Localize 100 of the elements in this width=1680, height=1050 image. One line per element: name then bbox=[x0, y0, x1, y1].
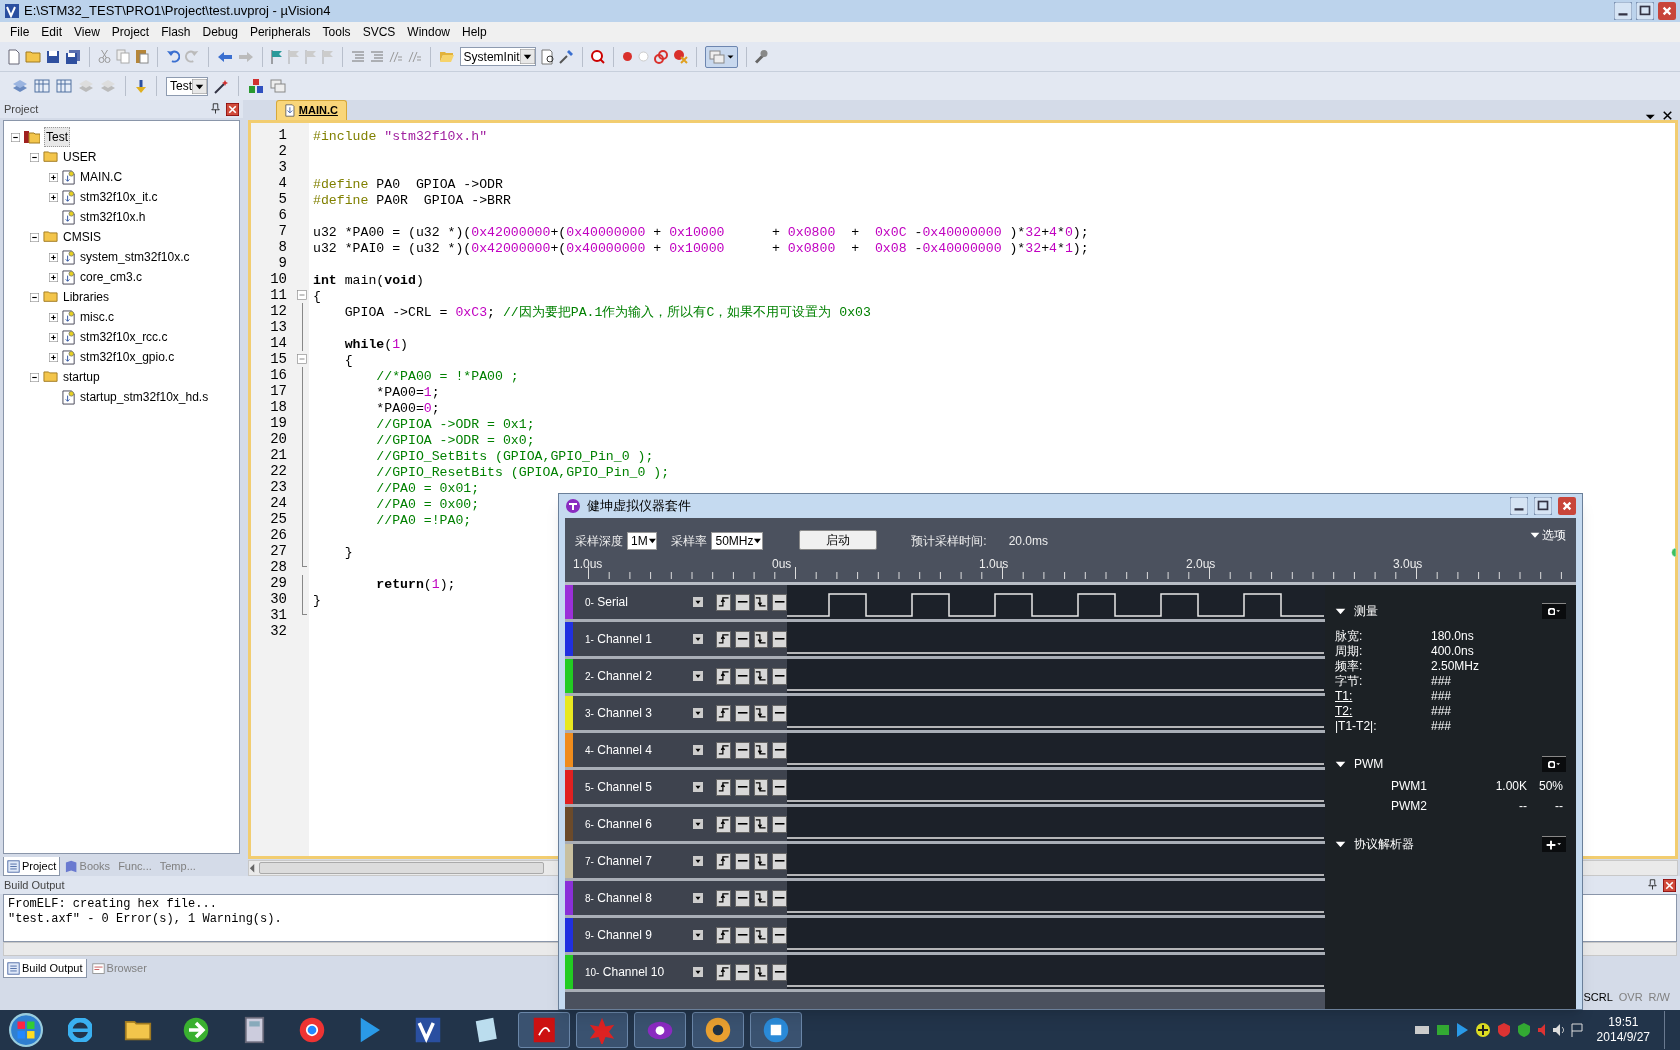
tree-item[interactable]: core_cm3.c bbox=[79, 268, 144, 286]
download-icon[interactable] bbox=[135, 78, 147, 94]
collapse-icon[interactable] bbox=[11, 132, 20, 142]
scroll-left-icon[interactable] bbox=[249, 862, 256, 874]
taskbar-button[interactable] bbox=[692, 1012, 744, 1048]
panel-tab[interactable]: Build Output bbox=[3, 959, 87, 978]
trigger-button[interactable] bbox=[716, 741, 731, 759]
tree-item[interactable]: MAIN.C bbox=[79, 168, 124, 186]
trigger-button[interactable] bbox=[716, 778, 731, 796]
add-button[interactable] bbox=[1542, 836, 1566, 852]
tree-item[interactable]: misc.c bbox=[79, 308, 116, 326]
trigger-button[interactable] bbox=[734, 852, 750, 870]
trigger-button[interactable] bbox=[772, 593, 787, 611]
expand-icon[interactable] bbox=[49, 312, 58, 322]
panel-tab[interactable]: Project bbox=[3, 857, 61, 876]
dropdown-arrow-icon[interactable] bbox=[693, 893, 704, 903]
speaker-icon[interactable] bbox=[1552, 1023, 1565, 1037]
expand-icon[interactable] bbox=[49, 352, 58, 362]
trigger-button[interactable] bbox=[772, 704, 787, 722]
target-combo-box[interactable]: Test bbox=[166, 76, 208, 96]
trigger-button[interactable] bbox=[753, 667, 769, 685]
trigger-button[interactable] bbox=[716, 852, 731, 870]
editor-tab[interactable]: MAIN.C bbox=[276, 100, 347, 120]
tree-item[interactable]: Libraries bbox=[62, 288, 111, 306]
tree-item[interactable]: startup_stm32f10x_hd.s bbox=[79, 388, 210, 406]
trigger-button[interactable] bbox=[772, 778, 787, 796]
magnifier-icon[interactable] bbox=[590, 49, 605, 64]
tree-item[interactable]: system_stm32f10x.c bbox=[79, 248, 191, 266]
options-button[interactable]: 选项 bbox=[1530, 526, 1566, 544]
trigger-button[interactable] bbox=[772, 852, 787, 870]
trigger-button[interactable] bbox=[772, 889, 787, 907]
collapse-icon[interactable] bbox=[30, 372, 39, 382]
minimize-icon[interactable] bbox=[1510, 497, 1528, 515]
dropdown-arrow-icon[interactable] bbox=[1644, 114, 1655, 120]
dropdown-arrow-icon[interactable] bbox=[693, 745, 704, 755]
pin-icon[interactable] bbox=[1648, 879, 1657, 891]
menu-item[interactable]: File bbox=[4, 23, 36, 41]
grid-icon[interactable] bbox=[34, 79, 50, 93]
taskbar-button[interactable] bbox=[750, 1012, 802, 1048]
collapse-icon[interactable] bbox=[30, 152, 39, 162]
trigger-button[interactable] bbox=[753, 704, 769, 722]
triangle-down-icon[interactable] bbox=[1335, 760, 1346, 768]
sample-depth-select[interactable]: 1M bbox=[627, 532, 658, 550]
trigger-button[interactable] bbox=[716, 630, 731, 648]
trigger-button[interactable] bbox=[734, 889, 750, 907]
expand-icon[interactable] bbox=[49, 192, 58, 202]
trigger-button[interactable] bbox=[753, 852, 769, 870]
filled-circle-icon[interactable] bbox=[621, 51, 633, 62]
trigger-button[interactable] bbox=[772, 815, 787, 833]
minimize-icon[interactable] bbox=[1614, 2, 1632, 20]
trigger-button[interactable] bbox=[772, 963, 787, 981]
tools-icon[interactable] bbox=[558, 49, 574, 64]
plus-icon[interactable] bbox=[1475, 1022, 1492, 1038]
tree-item[interactable]: stm32f10x_gpio.c bbox=[79, 348, 176, 366]
tree-item[interactable]: stm32f10x_rcc.c bbox=[79, 328, 169, 346]
trigger-button[interactable] bbox=[716, 815, 731, 833]
window-menu-button[interactable] bbox=[704, 45, 738, 68]
trigger-button[interactable] bbox=[734, 741, 750, 759]
wrench-icon[interactable] bbox=[754, 49, 769, 64]
dropdown-arrow-icon[interactable] bbox=[693, 819, 704, 829]
disks-icon[interactable] bbox=[65, 48, 81, 65]
trigger-button[interactable] bbox=[753, 778, 769, 796]
expand-icon[interactable] bbox=[49, 172, 58, 182]
trigger-button[interactable] bbox=[734, 963, 750, 981]
tree-item[interactable]: stm32f10x_it.c bbox=[79, 188, 159, 206]
grid-icon[interactable] bbox=[56, 79, 72, 93]
trigger-button[interactable] bbox=[734, 704, 750, 722]
wand-icon[interactable] bbox=[214, 78, 229, 94]
dropdown-arrow-icon[interactable] bbox=[693, 634, 704, 644]
shield-icon[interactable] bbox=[1497, 1022, 1512, 1038]
chip-icon[interactable] bbox=[1436, 1024, 1451, 1036]
expand-icon[interactable] bbox=[49, 272, 58, 282]
trigger-button[interactable] bbox=[753, 926, 769, 944]
trigger-button[interactable] bbox=[734, 593, 750, 611]
maximize-icon[interactable] bbox=[1636, 2, 1654, 20]
trigger-button[interactable] bbox=[734, 778, 750, 796]
keyboard-icon[interactable] bbox=[1414, 1025, 1431, 1035]
trigger-button[interactable] bbox=[772, 667, 787, 685]
shield-icon[interactable] bbox=[1517, 1022, 1532, 1038]
menu-item[interactable]: Debug bbox=[196, 23, 244, 41]
trigger-button[interactable] bbox=[734, 815, 750, 833]
tree-item[interactable]: stm32f10x.h bbox=[79, 208, 147, 226]
cross-circle-icon[interactable] bbox=[672, 49, 688, 64]
close-icon[interactable] bbox=[1663, 878, 1676, 892]
menu-item[interactable]: Edit bbox=[35, 23, 69, 41]
linked-rings-icon[interactable] bbox=[653, 49, 668, 64]
collapse-icon[interactable] bbox=[30, 232, 39, 242]
trigger-button[interactable] bbox=[716, 926, 731, 944]
menu-item[interactable]: Tools bbox=[316, 23, 357, 41]
trigger-button[interactable] bbox=[716, 889, 731, 907]
trigger-button[interactable] bbox=[753, 889, 769, 907]
dropdown-arrow-icon[interactable] bbox=[693, 967, 704, 977]
function-combo-box[interactable]: SystemInit bbox=[459, 47, 536, 66]
settings-button[interactable] bbox=[1542, 756, 1566, 772]
trigger-button[interactable] bbox=[734, 630, 750, 648]
settings-button[interactable] bbox=[1542, 603, 1566, 619]
menu-item[interactable]: Project bbox=[105, 23, 156, 41]
trigger-button[interactable] bbox=[772, 926, 787, 944]
scrollbar-thumb[interactable] bbox=[259, 862, 545, 874]
dropdown-arrow-icon[interactable] bbox=[693, 708, 704, 718]
